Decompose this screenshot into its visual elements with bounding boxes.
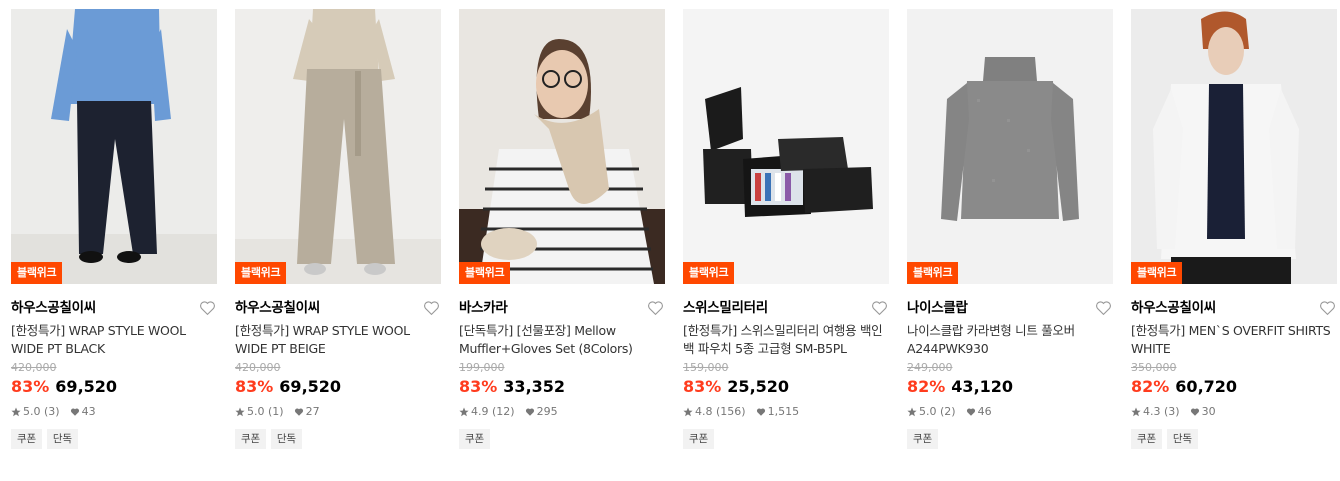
like-count: 1,515	[767, 405, 800, 418]
heart-outline-icon[interactable]	[647, 300, 664, 316]
star-icon	[907, 407, 917, 417]
black-week-badge: 블랙위크	[1131, 262, 1183, 284]
product-image[interactable]: 블랙위크	[235, 9, 441, 284]
tag-coupon: 쿠폰	[683, 429, 714, 449]
rating-value: 4.9	[471, 405, 489, 418]
sale-price: 60,720	[1175, 377, 1238, 396]
rating-value: 5.0	[919, 405, 937, 418]
tag-coupon: 쿠폰	[459, 429, 490, 449]
discount-rate: 82%	[907, 377, 946, 396]
heart-filled-icon	[70, 408, 79, 416]
rating-value: 4.8	[695, 405, 713, 418]
tag-exclusive: 단독	[270, 429, 302, 449]
heart-outline-icon[interactable]	[1319, 300, 1336, 316]
like-count: 43	[81, 405, 96, 418]
heart-filled-icon	[1190, 408, 1199, 416]
brand-name[interactable]: 하우스공칠이씨	[11, 298, 217, 318]
tag-exclusive: 단독	[1166, 429, 1198, 449]
review-count: (3)	[1164, 405, 1180, 418]
sale-price: 69,520	[55, 377, 118, 396]
discount-rate: 82%	[1131, 377, 1170, 396]
sale-price: 43,120	[951, 377, 1014, 396]
like-count: 30	[1201, 405, 1216, 418]
product-grid: 블랙위크 하우스공칠이씨 [한정특가] WRAP STYLE WOOL WIDE…	[0, 0, 1340, 481]
tag-coupon: 쿠폰	[907, 429, 938, 449]
product-name[interactable]: [단독특가] [선물포장] Mellow Muffler+Gloves Set …	[459, 322, 665, 359]
black-week-badge: 블랙위크	[683, 262, 735, 284]
brand-name[interactable]: 나이스클랍	[907, 298, 1113, 318]
product-card[interactable]: 블랙위크 하우스공칠이씨 [한정특가] WRAP STYLE WOOL WIDE…	[11, 9, 217, 449]
original-price: 249,000	[907, 361, 953, 374]
discount-rate: 83%	[459, 377, 498, 396]
black-week-badge: 블랙위크	[907, 262, 959, 284]
like-count: 295	[536, 405, 558, 418]
brand-name[interactable]: 하우스공칠이씨	[235, 298, 441, 318]
original-price: 420,000	[235, 361, 281, 374]
heart-outline-icon[interactable]	[199, 300, 216, 316]
review-count: (2)	[940, 405, 956, 418]
star-icon	[1131, 407, 1141, 417]
product-name[interactable]: [한정특가] 스위스밀리터리 여행용 백인백 파우치 5종 고급형 SM-B5P…	[683, 322, 889, 359]
product-name[interactable]: [한정특가] WRAP STYLE WOOL WIDE PT BEIGE	[235, 322, 441, 359]
black-week-badge: 블랙위크	[11, 262, 63, 284]
product-image[interactable]: 블랙위크	[683, 9, 889, 284]
brand-name[interactable]: 스위스밀리터리	[683, 298, 889, 318]
discount-rate: 83%	[683, 377, 722, 396]
heart-filled-icon	[966, 408, 975, 416]
review-count: (3)	[44, 405, 60, 418]
rating-value: 5.0	[247, 405, 265, 418]
rating-value: 5.0	[23, 405, 41, 418]
product-card[interactable]: 블랙위크 나이스클랍 나이스클랍 카라변형 니트 풀오버 A244PWK930 …	[907, 9, 1113, 449]
heart-outline-icon[interactable]	[1095, 300, 1112, 316]
original-price: 199,000	[459, 361, 505, 374]
like-count: 27	[305, 405, 320, 418]
heart-filled-icon	[525, 408, 534, 416]
heart-outline-icon[interactable]	[423, 300, 440, 316]
black-week-badge: 블랙위크	[459, 262, 511, 284]
star-icon	[459, 407, 469, 417]
rating-value: 4.3	[1143, 405, 1161, 418]
discount-rate: 83%	[235, 377, 274, 396]
tag-exclusive: 단독	[46, 429, 78, 449]
product-card[interactable]: 블랙위크 스위스밀리터리 [한정특가] 스위스밀리터리 여행용 백인백 파우치 …	[683, 9, 889, 449]
brand-name[interactable]: 바스카라	[459, 298, 665, 318]
product-card[interactable]: 블랙위크 하우스공칠이씨 [한정특가] MEN`S OVERFIT SHIRTS…	[1131, 9, 1337, 449]
brand-name[interactable]: 하우스공칠이씨	[1131, 298, 1337, 318]
product-name[interactable]: [한정특가] WRAP STYLE WOOL WIDE PT BLACK	[11, 322, 217, 359]
heart-filled-icon	[756, 408, 765, 416]
like-count: 46	[977, 405, 992, 418]
star-icon	[11, 407, 21, 417]
product-card[interactable]: 블랙위크 바스카라 [단독특가] [선물포장] Mellow Muffler+G…	[459, 9, 665, 449]
sale-price: 25,520	[727, 377, 790, 396]
product-image[interactable]: 블랙위크	[907, 9, 1113, 284]
original-price: 420,000	[11, 361, 57, 374]
sale-price: 69,520	[279, 377, 342, 396]
product-name[interactable]: 나이스클랍 카라변형 니트 풀오버 A244PWK930	[907, 322, 1113, 359]
review-count: (1)	[268, 405, 284, 418]
tag-coupon: 쿠폰	[11, 429, 42, 449]
original-price: 159,000	[683, 361, 729, 374]
tag-coupon: 쿠폰	[1131, 429, 1162, 449]
star-icon	[683, 407, 693, 417]
discount-rate: 83%	[11, 377, 50, 396]
tag-coupon: 쿠폰	[235, 429, 266, 449]
sale-price: 33,352	[503, 377, 566, 396]
product-image[interactable]: 블랙위크	[1131, 9, 1337, 284]
original-price: 350,000	[1131, 361, 1177, 374]
heart-filled-icon	[294, 408, 303, 416]
heart-outline-icon[interactable]	[871, 300, 888, 316]
review-count: (12)	[492, 405, 515, 418]
product-card[interactable]: 블랙위크 하우스공칠이씨 [한정특가] WRAP STYLE WOOL WIDE…	[235, 9, 441, 449]
review-count: (156)	[716, 405, 746, 418]
product-name[interactable]: [한정특가] MEN`S OVERFIT SHIRTS WHITE	[1131, 322, 1337, 359]
star-icon	[235, 407, 245, 417]
product-image[interactable]: 블랙위크	[459, 9, 665, 284]
product-image[interactable]: 블랙위크	[11, 9, 217, 284]
black-week-badge: 블랙위크	[235, 262, 287, 284]
